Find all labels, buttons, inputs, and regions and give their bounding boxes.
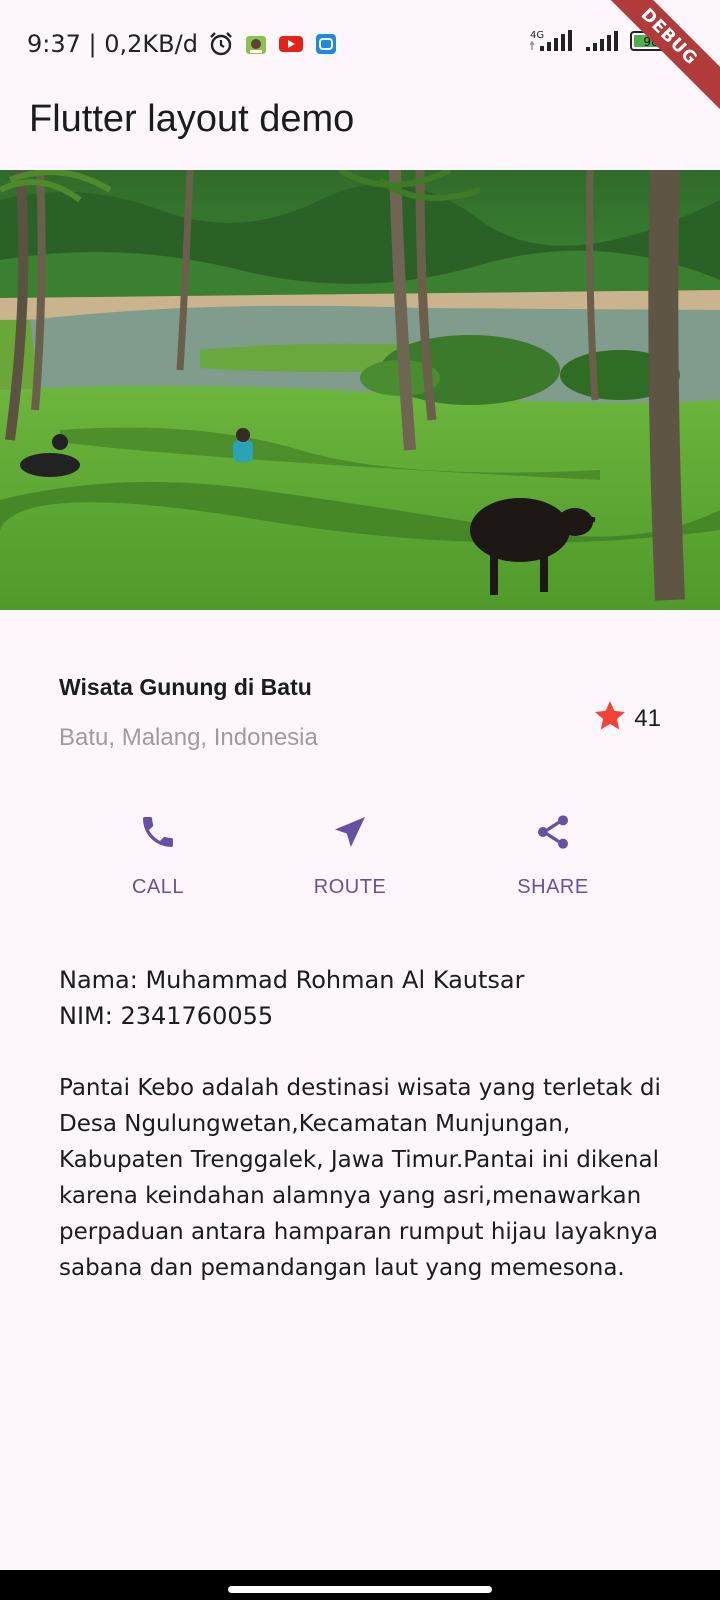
beach-landscape-photo: [0, 170, 720, 610]
route-button[interactable]: ROUTE: [280, 808, 420, 899]
signal-icon: 4G: [529, 28, 576, 59]
page-title: Flutter layout demo: [29, 98, 355, 140]
star-icon: [592, 698, 628, 739]
call-button-label: CALL: [131, 876, 185, 898]
student-nim: NIM: 2341760055: [59, 1002, 274, 1030]
title-section: Wisata Gunung di Batu Batu, Malang, Indo…: [59, 668, 661, 758]
place-name: Wisata Gunung di Batu: [59, 674, 312, 700]
place-location: Batu, Malang, Indonesia: [59, 724, 318, 751]
status-left: 9:37 | 0,2KB/d: [27, 30, 338, 58]
action-button-row: CALL ROUTE SHARE: [0, 808, 720, 908]
rating: 41: [592, 698, 661, 739]
description-section: Nama: Muhammad Rohman Al Kautsar NIM: 23…: [59, 962, 665, 1286]
wifi-signal-icon: [586, 28, 620, 59]
alarm-icon: [208, 31, 234, 57]
share-button-label: SHARE: [517, 876, 589, 898]
route-button-label: ROUTE: [313, 876, 387, 898]
network-label: 4G: [530, 30, 544, 41]
share-button[interactable]: SHARE: [483, 808, 623, 899]
home-gesture-handle[interactable]: [228, 1586, 492, 1593]
call-button[interactable]: CALL: [88, 808, 228, 899]
app-notification-icon: [244, 32, 268, 56]
share-icon: [483, 808, 623, 856]
hero-image: [0, 170, 720, 610]
phone-icon: [88, 808, 228, 856]
rating-count: 41: [634, 704, 661, 732]
youtube-icon: [278, 34, 304, 54]
gesture-navigation-bar: [0, 1570, 720, 1600]
description-text: Pantai Kebo adalah destinasi wisata yang…: [59, 1075, 661, 1281]
status-time: 9:37 | 0,2KB/d: [27, 30, 198, 58]
navigation-icon: [280, 808, 420, 856]
status-bar: 9:37 | 0,2KB/d 4G 96 DEBUG: [0, 0, 720, 115]
student-name: Nama: Muhammad Rohman Al Kautsar: [59, 966, 525, 994]
messenger-icon: [314, 32, 338, 56]
app-bar: Flutter layout demo: [0, 86, 720, 170]
